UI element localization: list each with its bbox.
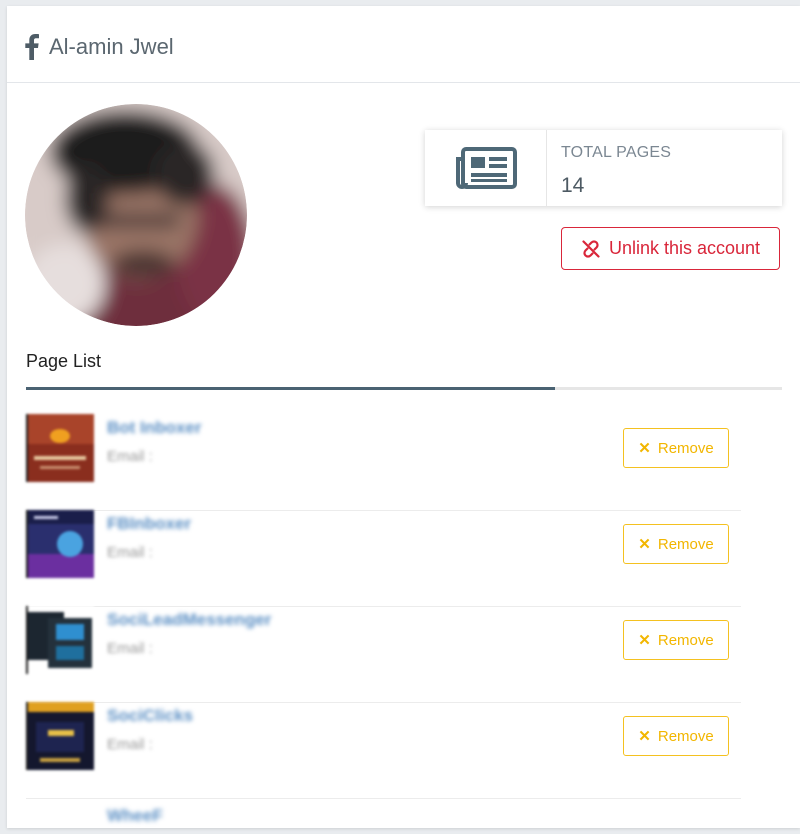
avatar	[25, 104, 247, 326]
page-name[interactable]: SociLeadMessenger	[107, 610, 271, 630]
card-header: Al-amin Jwel	[7, 6, 800, 83]
close-icon: ✕	[638, 728, 651, 745]
close-icon: ✕	[638, 632, 651, 649]
page-email: Email :	[107, 736, 153, 753]
page-email: Email :	[107, 544, 153, 561]
account-card: Al-amin Jwel TOTAL PAGES 14 Unlink this …	[7, 6, 800, 828]
page-email: Email :	[107, 448, 153, 465]
list-item: Bot Inboxer Email : ✕ Remove	[26, 414, 741, 511]
remove-label: Remove	[657, 439, 714, 457]
remove-button[interactable]: ✕ Remove	[623, 620, 729, 660]
remove-button[interactable]: ✕ Remove	[623, 524, 729, 564]
close-icon: ✕	[638, 536, 651, 553]
remove-label: Remove	[657, 535, 714, 553]
facebook-icon	[25, 34, 39, 60]
page-thumbnail	[26, 510, 94, 578]
unlink-account-button[interactable]: Unlink this account	[561, 227, 780, 270]
page-name[interactable]: SociClicks	[107, 706, 193, 726]
page-thumbnail	[26, 414, 94, 482]
unlink-label: Unlink this account	[608, 238, 761, 258]
total-pages-widget: TOTAL PAGES 14	[425, 130, 782, 206]
page-name[interactable]: FBInboxer	[107, 514, 191, 534]
remove-label: Remove	[657, 631, 714, 649]
tab-active-indicator	[26, 387, 555, 390]
list-item: SociClicks Email : ✕ Remove	[26, 702, 741, 799]
unlink-icon	[582, 239, 600, 258]
newspaper-icon	[455, 147, 517, 189]
page-email: Email :	[107, 640, 153, 657]
remove-button[interactable]: ✕ Remove	[623, 428, 729, 468]
page-thumbnail	[26, 606, 94, 674]
list-item: SociLeadMessenger Email : ✕ Remove	[26, 606, 741, 703]
page-name[interactable]: Bot Inboxer	[107, 418, 201, 438]
remove-button[interactable]: ✕ Remove	[623, 716, 729, 756]
account-name: Al-amin Jwel	[49, 34, 174, 59]
list-item: FBInboxer Email : ✕ Remove	[26, 510, 741, 607]
stat-icon-area	[425, 130, 547, 206]
page-thumbnail	[26, 702, 94, 770]
remove-label: Remove	[657, 727, 714, 745]
total-pages-label: TOTAL PAGES	[561, 144, 672, 161]
page-name-partial[interactable]: WheeF	[107, 806, 163, 826]
close-icon: ✕	[638, 440, 651, 457]
tab-page-list[interactable]: Page List	[26, 351, 101, 372]
total-pages-value: 14	[561, 174, 585, 197]
